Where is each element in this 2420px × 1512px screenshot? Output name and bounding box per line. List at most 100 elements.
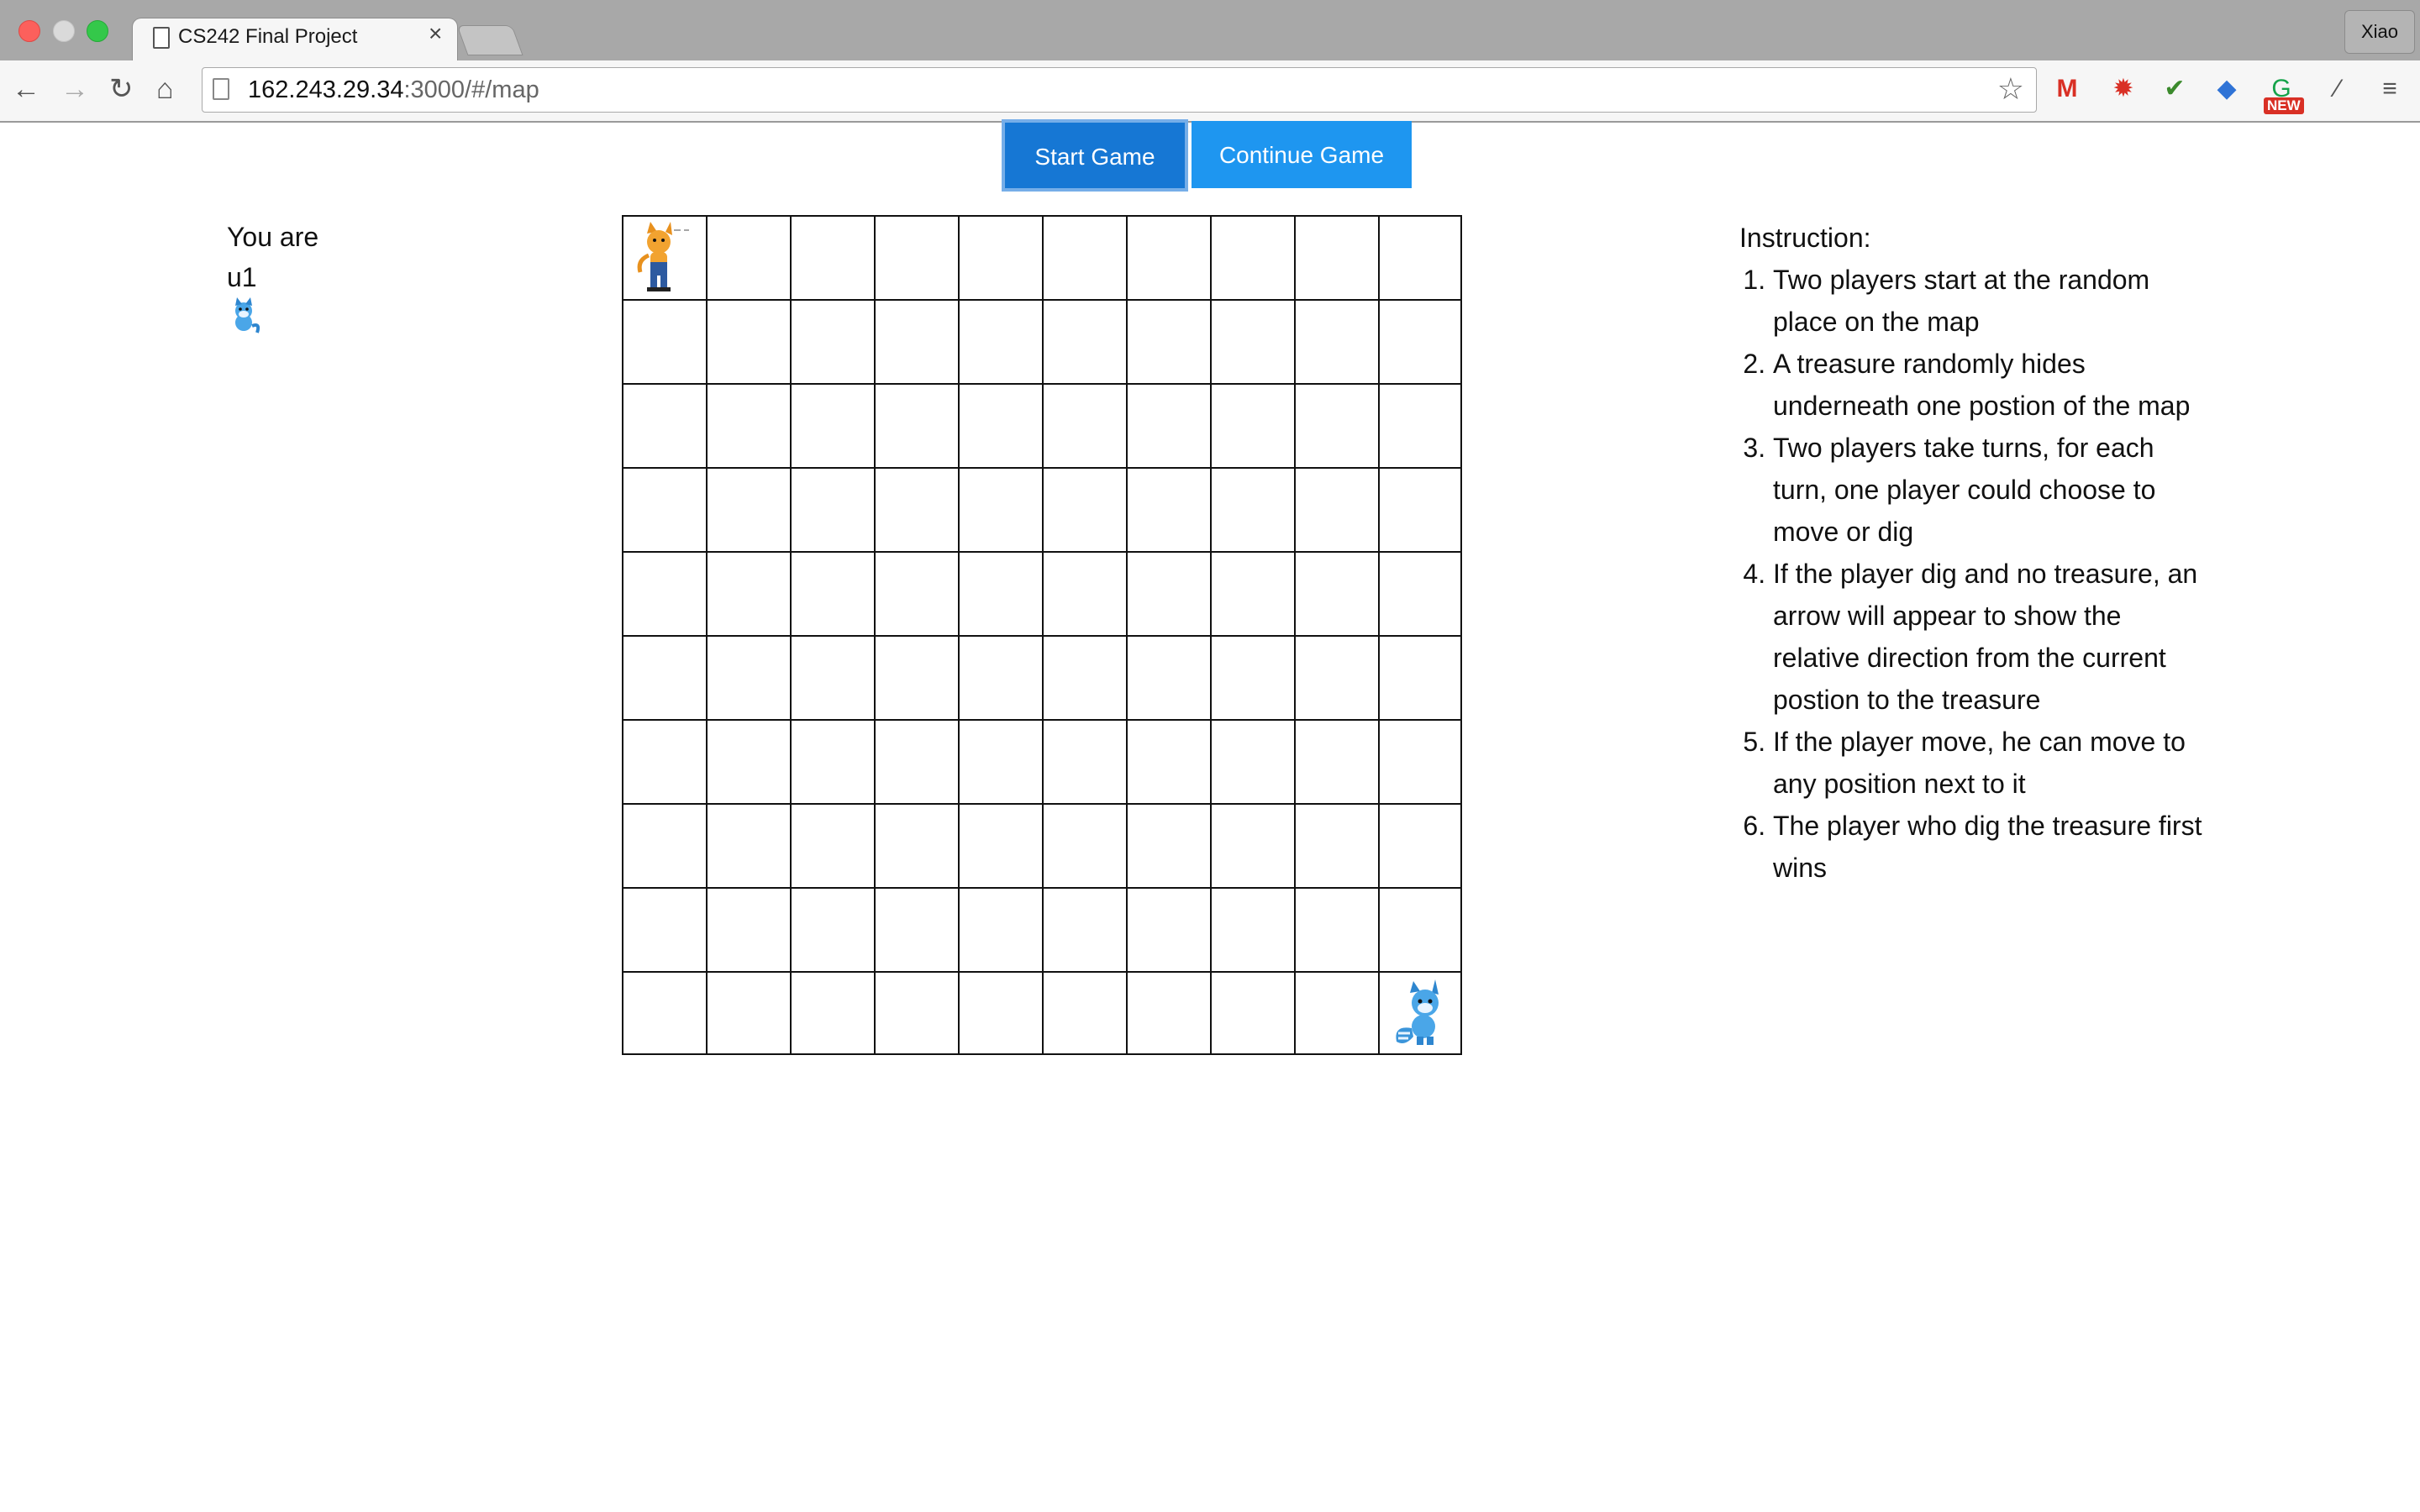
map-cell[interactable] <box>622 887 706 971</box>
map-cell[interactable] <box>958 551 1042 635</box>
map-cell[interactable] <box>874 635 958 719</box>
map-cell[interactable] <box>1378 467 1462 551</box>
map-cell[interactable] <box>706 299 790 383</box>
map-cell[interactable] <box>1210 551 1294 635</box>
map-cell[interactable] <box>1042 635 1126 719</box>
map-cell[interactable] <box>622 719 706 803</box>
map-cell[interactable] <box>706 719 790 803</box>
map-cell[interactable] <box>1126 467 1210 551</box>
map-cell[interactable] <box>1378 971 1462 1055</box>
map-cell[interactable] <box>706 467 790 551</box>
map-cell[interactable] <box>622 551 706 635</box>
map-cell[interactable] <box>1210 887 1294 971</box>
back-arrow-icon[interactable]: ← <box>12 72 40 106</box>
start-game-button[interactable]: Start Game <box>1005 123 1185 188</box>
check-icon[interactable]: ✔ <box>2156 72 2193 106</box>
map-cell[interactable] <box>622 635 706 719</box>
map-cell[interactable] <box>1210 299 1294 383</box>
map-cell[interactable] <box>1378 299 1462 383</box>
map-cell[interactable] <box>790 719 874 803</box>
map-cell[interactable] <box>706 887 790 971</box>
map-cell[interactable] <box>1378 719 1462 803</box>
address-bar[interactable]: 162.243.29.34:3000/#/map ☆ <box>202 67 2037 113</box>
map-cell[interactable] <box>1126 887 1210 971</box>
map-cell[interactable] <box>1294 719 1378 803</box>
map-cell[interactable] <box>874 887 958 971</box>
map-cell[interactable] <box>1042 551 1126 635</box>
close-window-button[interactable] <box>18 20 40 42</box>
map-cell[interactable] <box>1042 299 1126 383</box>
map-cell[interactable] <box>958 299 1042 383</box>
map-cell[interactable] <box>1210 383 1294 467</box>
map-cell[interactable] <box>1210 215 1294 299</box>
new-tab-button[interactable] <box>456 25 523 55</box>
map-cell[interactable] <box>622 803 706 887</box>
map-cell[interactable] <box>622 299 706 383</box>
map-cell[interactable] <box>874 719 958 803</box>
graduation-cap-icon[interactable]: ◆ <box>2208 72 2245 106</box>
map-cell[interactable] <box>1294 467 1378 551</box>
map-cell[interactable] <box>1378 635 1462 719</box>
menu-icon[interactable]: ≡ <box>2371 72 2408 106</box>
map-cell[interactable] <box>958 467 1042 551</box>
map-cell[interactable] <box>1294 803 1378 887</box>
map-cell[interactable] <box>790 551 874 635</box>
gmail-icon[interactable]: M <box>2049 72 2086 106</box>
map-cell[interactable] <box>1294 635 1378 719</box>
map-cell[interactable] <box>706 551 790 635</box>
map-cell[interactable] <box>874 299 958 383</box>
map-cell[interactable] <box>706 971 790 1055</box>
map-cell[interactable] <box>1378 887 1462 971</box>
map-cell[interactable] <box>958 215 1042 299</box>
map-cell[interactable] <box>790 971 874 1055</box>
map-cell[interactable] <box>1294 887 1378 971</box>
home-icon[interactable]: ⌂ <box>156 72 174 106</box>
bookmark-star-icon[interactable]: ☆ <box>1997 71 2024 107</box>
map-cell[interactable] <box>706 803 790 887</box>
map-cell[interactable] <box>1210 719 1294 803</box>
map-cell[interactable] <box>706 215 790 299</box>
map-cell[interactable] <box>790 383 874 467</box>
minimize-window-button[interactable] <box>53 20 75 42</box>
browser-tab[interactable]: CS242 Final Project × <box>133 18 457 60</box>
map-cell[interactable] <box>958 383 1042 467</box>
map-cell[interactable] <box>1042 887 1126 971</box>
star-burst-icon[interactable]: ✹ <box>2105 72 2142 106</box>
zoom-window-button[interactable] <box>87 20 108 42</box>
map-cell[interactable] <box>1378 215 1462 299</box>
map-cell[interactable] <box>622 215 706 299</box>
map-cell[interactable] <box>1126 551 1210 635</box>
map-cell[interactable] <box>1042 803 1126 887</box>
map-cell[interactable] <box>706 635 790 719</box>
map-cell[interactable] <box>1210 971 1294 1055</box>
map-cell[interactable] <box>1042 467 1126 551</box>
map-cell[interactable] <box>958 635 1042 719</box>
map-cell[interactable] <box>1126 383 1210 467</box>
map-cell[interactable] <box>874 551 958 635</box>
map-cell[interactable] <box>1378 803 1462 887</box>
map-cell[interactable] <box>1210 635 1294 719</box>
map-cell[interactable] <box>1126 215 1210 299</box>
map-cell[interactable] <box>874 803 958 887</box>
map-cell[interactable] <box>1294 551 1378 635</box>
map-cell[interactable] <box>1126 971 1210 1055</box>
map-cell[interactable] <box>1378 383 1462 467</box>
map-cell[interactable] <box>958 803 1042 887</box>
map-cell[interactable] <box>790 635 874 719</box>
map-cell[interactable] <box>874 215 958 299</box>
map-cell[interactable] <box>790 803 874 887</box>
map-cell[interactable] <box>1042 383 1126 467</box>
map-cell[interactable] <box>790 299 874 383</box>
map-cell[interactable] <box>622 383 706 467</box>
map-cell[interactable] <box>1126 803 1210 887</box>
map-cell[interactable] <box>790 887 874 971</box>
map-cell[interactable] <box>622 467 706 551</box>
forward-arrow-icon[interactable]: → <box>60 72 89 106</box>
map-cell[interactable] <box>1126 635 1210 719</box>
map-cell[interactable] <box>1294 299 1378 383</box>
map-cell[interactable] <box>958 971 1042 1055</box>
map-cell[interactable] <box>706 383 790 467</box>
map-cell[interactable] <box>1126 719 1210 803</box>
map-cell[interactable] <box>790 467 874 551</box>
map-cell[interactable] <box>1042 971 1126 1055</box>
